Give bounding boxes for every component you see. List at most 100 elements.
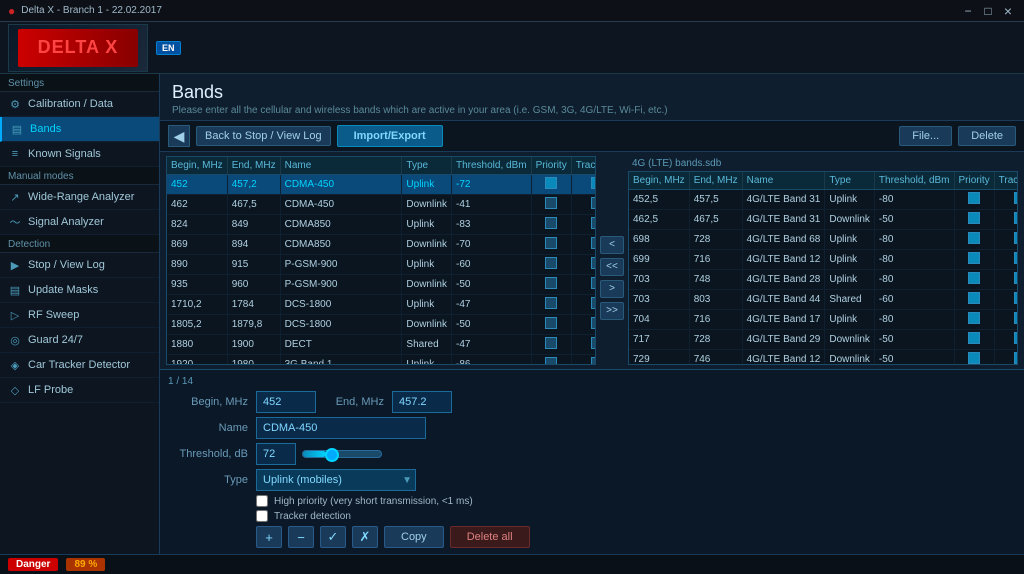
left-table-row[interactable]: 452 457,2 CDMA-450 Uplink -72	[167, 175, 596, 195]
priority-checkbox	[545, 217, 557, 229]
status-bar: Danger 89 %	[0, 554, 1024, 574]
content-area: Bands Please enter all the cellular and …	[160, 74, 1024, 554]
danger-label: Danger	[8, 558, 58, 571]
begin-mhz-input[interactable]	[256, 391, 316, 413]
tracker-detection-checkbox[interactable]	[256, 510, 268, 522]
priority-checkbox	[545, 237, 557, 249]
name-label: Name	[168, 422, 248, 434]
sidebar-item-calibration[interactable]: ⚙ Calibration / Data	[0, 92, 159, 117]
cancel-button[interactable]: ✗	[352, 526, 378, 548]
transfer-right-all-button[interactable]: >>	[600, 302, 624, 320]
known-signals-icon: ≡	[8, 147, 22, 161]
left-table-row[interactable]: 1880 1900 DECT Shared -47	[167, 335, 596, 355]
priority-checkbox	[545, 317, 557, 329]
right-col-type: Type	[825, 172, 875, 190]
ok-button[interactable]: ✓	[320, 526, 346, 548]
guard-247-icon: ◎	[8, 333, 22, 347]
right-table-row[interactable]: 704 716 4G/LTE Band 17 Uplink -80	[629, 310, 1018, 330]
delete-all-button[interactable]: Delete all	[450, 526, 530, 548]
tracker-check-row: Tracker detection	[256, 510, 1016, 522]
type-label: Type	[168, 474, 248, 486]
sidebar-item-update-masks[interactable]: ▤ Update Masks	[0, 278, 159, 303]
sidebar-item-lf-probe[interactable]: ◇ LF Probe	[0, 378, 159, 403]
left-table-row[interactable]: 824 849 CDMA850 Uplink -83	[167, 215, 596, 235]
sidebar-item-stop-view-log[interactable]: ▶ Stop / View Log	[0, 253, 159, 278]
minimize-button[interactable]: −	[960, 3, 976, 19]
right-col-name: Name	[742, 172, 825, 190]
name-input[interactable]	[256, 417, 426, 439]
remove-button[interactable]: −	[288, 526, 314, 548]
import-export-button[interactable]: Import/Export	[337, 125, 443, 147]
toolbar-row: ◀ Back to Stop / View Log Import/Export …	[160, 120, 1024, 152]
left-table-row[interactable]: 1805,2 1879,8 DCS-1800 Downlink -50	[167, 315, 596, 335]
left-panel: Begin, MHz End, MHz Name Type Threshold,…	[166, 156, 596, 365]
type-select[interactable]: Uplink (mobiles) Downlink Shared	[256, 469, 416, 491]
high-priority-checkbox[interactable]	[256, 495, 268, 507]
sidebar-item-wide-range[interactable]: ↗ Wide-Range Analyzer	[0, 185, 159, 210]
transfer-buttons: < << > >>	[596, 156, 628, 365]
back-button[interactable]: ◀	[168, 125, 190, 147]
tracker-checkbox	[1014, 252, 1018, 264]
db-file-label: 4G (LTE) bands.sdb	[628, 156, 1018, 171]
back-to-stop-button[interactable]: Back to Stop / View Log	[196, 126, 331, 146]
high-priority-label: High priority (very short transmission, …	[274, 496, 473, 507]
priority-checkbox	[968, 292, 980, 304]
bands-icon: ▤	[10, 122, 24, 136]
tracker-checkbox	[1014, 292, 1018, 304]
priority-checkbox	[545, 277, 557, 289]
end-mhz-input[interactable]	[392, 391, 452, 413]
left-table-row[interactable]: 1710,2 1784 DCS-1800 Uplink -47	[167, 295, 596, 315]
sidebar-item-known-signals[interactable]: ≡ Known Signals	[0, 142, 159, 167]
right-col-threshold: Threshold, dBm	[874, 172, 954, 190]
priority-checkbox	[545, 257, 557, 269]
right-table-row[interactable]: 699 716 4G/LTE Band 12 Uplink -80	[629, 250, 1018, 270]
right-table-row[interactable]: 729 746 4G/LTE Band 12 Downlink -50	[629, 350, 1018, 366]
slider-handle	[325, 448, 339, 462]
right-table-row[interactable]: 462,5 467,5 4G/LTE Band 31 Downlink -50	[629, 210, 1018, 230]
threshold-slider[interactable]	[302, 450, 382, 458]
tables-area: Begin, MHz End, MHz Name Type Threshold,…	[160, 152, 1024, 369]
right-table-row[interactable]: 452,5 457,5 4G/LTE Band 31 Uplink -80	[629, 190, 1018, 210]
tracker-checkbox	[1014, 272, 1018, 284]
threshold-input[interactable]	[256, 443, 296, 465]
transfer-right-single-button[interactable]: >	[600, 280, 624, 298]
right-table-wrap[interactable]: Begin, MHz End, MHz Name Type Threshold,…	[628, 171, 1018, 365]
left-table-row[interactable]: 869 894 CDMA850 Downlink -70	[167, 235, 596, 255]
sidebar-item-guard-247[interactable]: ◎ Guard 24/7	[0, 328, 159, 353]
file-button[interactable]: File...	[899, 126, 952, 146]
left-table-row[interactable]: 935 960 P-GSM-900 Downlink -50	[167, 275, 596, 295]
delete-db-button[interactable]: Delete	[958, 126, 1016, 146]
left-table-row[interactable]: 890 915 P-GSM-900 Uplink -60	[167, 255, 596, 275]
right-table-row[interactable]: 703 803 4G/LTE Band 44 Shared -60	[629, 290, 1018, 310]
priority-checkbox	[545, 197, 557, 209]
edit-type-row: Type Uplink (mobiles) Downlink Shared ▼	[168, 469, 1016, 491]
sidebar-item-car-tracker[interactable]: ◈ Car Tracker Detector	[0, 353, 159, 378]
maximize-button[interactable]: □	[980, 3, 996, 19]
right-table-row[interactable]: 717 728 4G/LTE Band 29 Downlink -50	[629, 330, 1018, 350]
right-table: Begin, MHz End, MHz Name Type Threshold,…	[629, 172, 1018, 365]
left-table-row[interactable]: 1920 1980 3G Band 1 Uplink -86	[167, 355, 596, 366]
left-col-type: Type	[402, 157, 452, 175]
sidebar-item-bands[interactable]: ▤ Bands	[0, 117, 159, 142]
language-badge[interactable]: EN	[156, 41, 181, 55]
sidebar-item-signal-analyzer[interactable]: 〜 Signal Analyzer	[0, 210, 159, 235]
left-table-row[interactable]: 462 467,5 CDMA-450 Downlink -41	[167, 195, 596, 215]
title-bar: ● Delta X - Branch 1 - 22.02.2017 − □ ×	[0, 0, 1024, 22]
right-col-priority: Priority	[954, 172, 994, 190]
right-table-row[interactable]: 703 748 4G/LTE Band 28 Uplink -80	[629, 270, 1018, 290]
priority-checkbox	[545, 337, 557, 349]
right-table-row[interactable]: 698 728 4G/LTE Band 68 Uplink -80	[629, 230, 1018, 250]
priority-checkbox	[968, 212, 980, 224]
copy-button[interactable]: Copy	[384, 526, 444, 548]
transfer-left-single-button[interactable]: <	[600, 236, 624, 254]
tracker-checkbox	[1014, 312, 1018, 324]
priority-checkbox	[968, 352, 980, 364]
top-bar: DELTA X EN	[0, 22, 1024, 74]
add-button[interactable]: +	[256, 526, 282, 548]
left-col-tracker: Tracker d	[571, 157, 596, 175]
transfer-left-all-button[interactable]: <<	[600, 258, 624, 276]
priority-checkbox	[968, 232, 980, 244]
sidebar-item-rf-sweep[interactable]: ▷ RF Sweep	[0, 303, 159, 328]
left-table-wrap[interactable]: Begin, MHz End, MHz Name Type Threshold,…	[166, 156, 596, 365]
close-button[interactable]: ×	[1000, 3, 1016, 19]
